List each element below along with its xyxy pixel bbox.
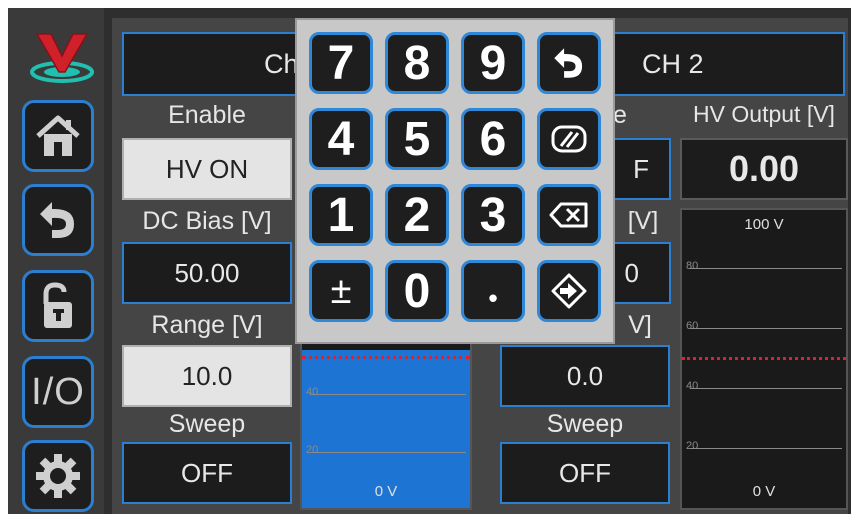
ch1-gauge-gridline xyxy=(310,394,466,395)
sidebar: I/O xyxy=(8,8,104,514)
ch1-dc-bias-value: 50.00 xyxy=(174,257,240,288)
key-undo[interactable] xyxy=(537,32,601,94)
key-3-label: 3 xyxy=(479,188,507,242)
ch1-gauge-gridline xyxy=(310,452,466,453)
ch2-gauge: 100 V 80 60 40 20 0 V xyxy=(680,208,848,510)
key-1-label: 1 xyxy=(327,188,355,242)
hv-output-value: 0.00 xyxy=(728,148,800,189)
hv-output-label: HV Output [V] xyxy=(693,101,835,127)
ch2-gauge-gridline xyxy=(690,268,842,269)
ch2-gauge-tick: 40 xyxy=(686,380,699,392)
ch2-gauge-top-label: 100 V xyxy=(744,216,784,233)
ch2-gauge-gridline xyxy=(690,448,842,449)
ch2-sweep-label: Sweep xyxy=(546,410,624,438)
key-8-label: 8 xyxy=(403,36,431,90)
undo-arrow-icon xyxy=(554,48,583,78)
ch2-enable-value: F xyxy=(633,153,649,184)
key-1[interactable]: 1 xyxy=(309,184,373,246)
ch2-gauge-tick: 60 xyxy=(686,320,699,332)
ch2-sweep-value: OFF xyxy=(559,457,611,488)
clear-icon xyxy=(551,125,587,153)
numeric-keypad: 7 8 9 4 5 6 1 2 3 ± 0 • xyxy=(295,18,615,344)
key-4[interactable]: 4 xyxy=(309,108,373,170)
key-plus-minus-label: ± xyxy=(330,269,352,312)
ch1-range-label: Range [V] xyxy=(151,311,263,339)
key-enter[interactable] xyxy=(537,260,601,322)
ch1-gauge-tick: 20 xyxy=(306,444,319,456)
ch1-sweep-field[interactable]: OFF xyxy=(122,442,292,504)
key-5-label: 5 xyxy=(403,112,431,166)
enter-icon xyxy=(551,273,587,309)
key-8[interactable]: 8 xyxy=(385,32,449,94)
io-button-label: I/O xyxy=(31,370,85,413)
home-button[interactable] xyxy=(22,100,94,172)
back-button[interactable] xyxy=(22,184,94,256)
io-button[interactable]: I/O xyxy=(22,356,94,428)
key-2[interactable]: 2 xyxy=(385,184,449,246)
home-icon xyxy=(36,115,80,156)
backspace-icon xyxy=(549,202,588,228)
ch2-gauge-setpoint xyxy=(682,357,846,360)
key-backspace[interactable] xyxy=(537,184,601,246)
key-0[interactable]: 0 xyxy=(385,260,449,322)
key-decimal-label: • xyxy=(488,282,498,313)
ch1-range-field[interactable]: 10.0 xyxy=(122,345,292,407)
key-plus-minus[interactable]: ± xyxy=(309,260,373,322)
v-logo-icon xyxy=(22,20,102,92)
key-6[interactable]: 6 xyxy=(461,108,525,170)
ch1-dc-bias-label: DC Bias [V] xyxy=(142,207,272,235)
ch1-sweep-value: OFF xyxy=(181,457,233,488)
key-7[interactable]: 7 xyxy=(309,32,373,94)
key-4-label: 4 xyxy=(327,112,355,166)
key-7-label: 7 xyxy=(327,36,355,90)
ch2-dc-bias-value: 0 xyxy=(624,257,639,288)
ch2-header-label: CH 2 xyxy=(642,48,704,79)
ch2-range-value: 0.0 xyxy=(566,360,604,391)
gear-icon xyxy=(36,454,80,498)
ch1-dc-bias-field[interactable]: 50.00 xyxy=(122,242,292,304)
hv-output-field: 0.00 xyxy=(680,138,848,200)
lock-button[interactable] xyxy=(22,270,94,342)
key-clear[interactable] xyxy=(537,108,601,170)
key-3[interactable]: 3 xyxy=(461,184,525,246)
ch2-sweep-field[interactable]: OFF xyxy=(500,442,670,504)
ch1-gauge-tick: 40 xyxy=(306,386,319,398)
ch1-gauge-bottom-label: 0 V xyxy=(374,483,398,500)
settings-button[interactable] xyxy=(22,440,94,512)
ch1-header-label: Ch xyxy=(264,48,299,79)
ch2-range-field[interactable]: 0.0 xyxy=(500,345,670,407)
ch2-range-label: V] xyxy=(628,311,652,339)
key-9[interactable]: 9 xyxy=(461,32,525,94)
ch1-gauge: 40 20 0 V xyxy=(300,340,472,510)
key-2-label: 2 xyxy=(403,188,431,242)
ch2-gauge-tick: 20 xyxy=(686,440,699,452)
key-9-label: 9 xyxy=(479,36,507,90)
back-arrow-icon xyxy=(40,202,74,238)
ch2-gauge-gridline xyxy=(690,388,842,389)
ch2-gauge-tick: 80 xyxy=(686,260,699,272)
ch1-sweep-label: Sweep xyxy=(168,410,246,438)
ch2-gauge-bottom-label: 0 V xyxy=(752,483,776,500)
key-0-label: 0 xyxy=(403,264,431,318)
ch1-enable-label: Enable xyxy=(168,101,246,129)
key-decimal[interactable]: • xyxy=(461,260,525,322)
key-5[interactable]: 5 xyxy=(385,108,449,170)
ch2-dc-bias-label: [V] xyxy=(627,207,659,235)
ch1-gauge-setpoint xyxy=(302,356,470,359)
unlocked-padlock-icon xyxy=(43,282,72,328)
ch2-gauge-gridline xyxy=(690,328,842,329)
ch1-range-value: 10.0 xyxy=(181,360,233,391)
key-6-label: 6 xyxy=(479,112,507,166)
ch1-enable-value: HV ON xyxy=(165,153,249,184)
ch1-enable-field[interactable]: HV ON xyxy=(122,138,292,200)
